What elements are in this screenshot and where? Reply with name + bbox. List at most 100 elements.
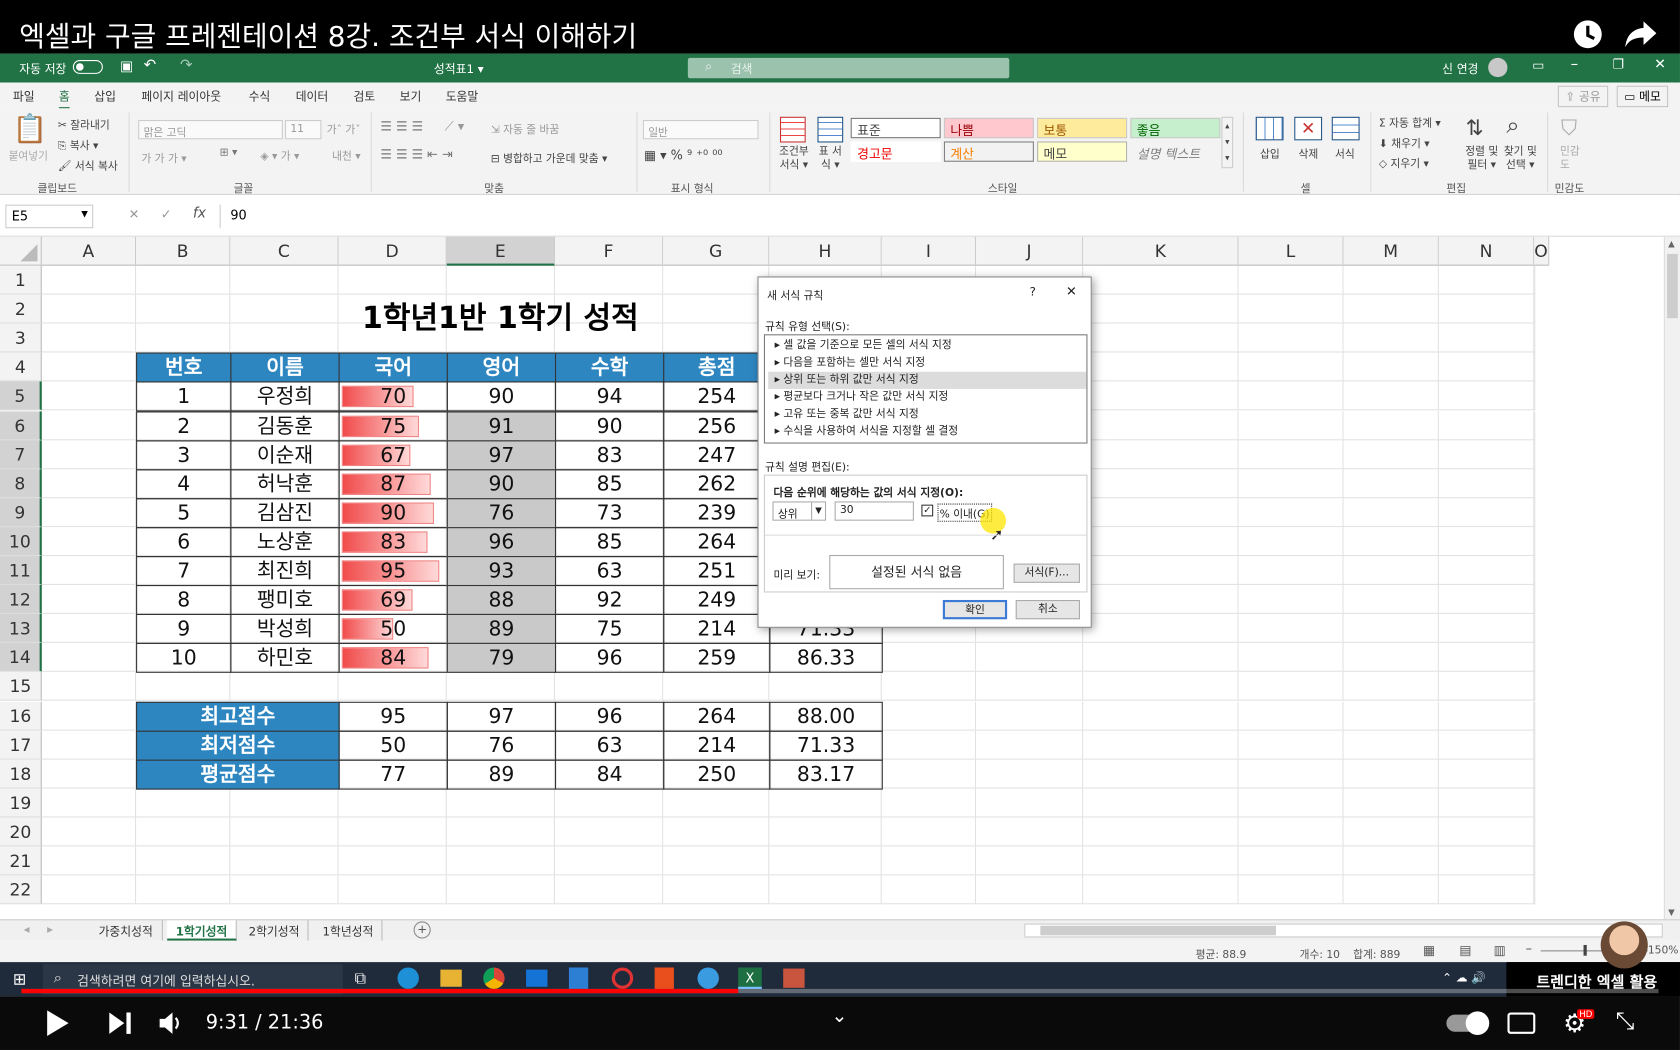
cell[interactable] — [41, 556, 137, 586]
cell[interactable] — [1438, 556, 1535, 586]
table-header[interactable]: 총점 — [663, 352, 771, 383]
delete-cells-icon[interactable]: ✕ — [1294, 116, 1323, 141]
cell[interactable] — [1343, 585, 1439, 615]
next-icon[interactable] — [108, 1011, 132, 1035]
summary-cell[interactable]: 97 — [446, 701, 557, 732]
column-header-I[interactable]: I — [881, 236, 977, 266]
table-cell[interactable]: 87 — [338, 468, 448, 500]
cell[interactable] — [1343, 701, 1439, 731]
horizontal-align-icons[interactable]: ☰ ☰ ☰ ⇤ ⇥ — [380, 147, 452, 162]
cell[interactable] — [663, 817, 770, 847]
column-header-G[interactable]: G — [663, 236, 770, 266]
percent-checkbox[interactable]: ✓ — [921, 504, 934, 517]
minimize-icon[interactable]: – — [1571, 56, 1578, 73]
cell[interactable] — [1083, 497, 1239, 528]
style-good[interactable]: 좋음 — [1130, 117, 1221, 139]
table-cell[interactable]: 우정희 — [230, 381, 340, 412]
cell[interactable] — [41, 410, 137, 440]
table-cell[interactable]: 73 — [554, 497, 665, 529]
style-warning[interactable]: 경고문 — [850, 141, 941, 162]
phonetic-icon[interactable]: 내천 ▾ — [332, 147, 361, 163]
find-select-button[interactable]: 찾기 및 선택 ▾ — [1500, 145, 1541, 173]
paste-label[interactable]: 붙여넣기 — [9, 147, 48, 163]
table-cell[interactable]: 85 — [554, 527, 665, 558]
play-icon[interactable] — [45, 1009, 71, 1037]
table-cell[interactable]: 79 — [446, 643, 557, 674]
cell[interactable] — [1438, 381, 1535, 411]
cell[interactable] — [1083, 381, 1239, 411]
number-format-icons[interactable]: ▦ ▾ % ⁹ ⁺⁰ ⁰⁰ — [644, 148, 723, 163]
name-box[interactable]: E5 ▼ — [5, 204, 94, 229]
cell[interactable] — [1083, 294, 1239, 324]
cell[interactable] — [1083, 817, 1239, 847]
cell[interactable] — [881, 846, 977, 876]
cell[interactable] — [881, 817, 977, 847]
table-cell[interactable]: 50 — [338, 614, 448, 645]
format-cells-button[interactable]: 서식 — [1335, 145, 1355, 161]
cell[interactable] — [1238, 294, 1344, 324]
cell[interactable] — [1343, 643, 1439, 673]
cell[interactable] — [230, 672, 339, 702]
sort-filter-button[interactable]: 정렬 및 필터 ▾ — [1461, 145, 1502, 173]
cell[interactable] — [41, 846, 137, 876]
row-header-4[interactable]: 4 — [0, 352, 42, 382]
restore-icon[interactable]: ❐ — [1612, 57, 1624, 72]
cell[interactable] — [1438, 614, 1535, 644]
cell[interactable] — [1534, 817, 1536, 847]
row-header-8[interactable]: 8 — [0, 468, 42, 498]
table-cell[interactable]: 214 — [663, 614, 771, 645]
font-size-select[interactable]: 11 — [284, 119, 322, 140]
cell[interactable] — [1343, 614, 1439, 644]
row-header-21[interactable]: 21 — [0, 846, 42, 876]
vertical-scrollbar[interactable]: ▲ ▼ — [1663, 236, 1680, 920]
find-icon[interactable]: ⌕ — [1506, 112, 1519, 139]
file-name[interactable]: 성적표1 ▾ — [434, 60, 484, 77]
cell[interactable] — [1438, 817, 1535, 847]
cell[interactable] — [1343, 381, 1439, 411]
cell[interactable] — [1534, 294, 1536, 324]
cell[interactable] — [1238, 265, 1344, 295]
table-header[interactable]: 영어 — [446, 352, 557, 383]
cell[interactable] — [136, 817, 231, 847]
tab-page-layout[interactable]: 페이지 레이아웃 — [141, 88, 221, 105]
column-header-O[interactable]: O — [1534, 236, 1549, 266]
cell[interactable] — [769, 846, 882, 876]
cell[interactable] — [1534, 846, 1536, 876]
cell[interactable] — [1438, 846, 1535, 876]
table-cell[interactable]: 69 — [338, 585, 448, 616]
office-icon[interactable] — [654, 967, 674, 989]
rank-value-input[interactable]: 30 — [834, 501, 914, 521]
cell[interactable] — [976, 672, 1084, 702]
cell[interactable] — [1534, 497, 1536, 528]
table-cell[interactable]: 86.33 — [769, 643, 883, 674]
undo-icon[interactable]: ↶ — [144, 57, 157, 74]
cell[interactable] — [41, 672, 137, 702]
row-header-16[interactable]: 16 — [0, 701, 42, 731]
row-header-10[interactable]: 10 — [0, 527, 42, 557]
cell[interactable] — [446, 672, 555, 702]
cell[interactable] — [663, 672, 770, 702]
cell[interactable] — [1534, 759, 1536, 789]
table-cell[interactable]: 84 — [338, 643, 448, 674]
cell[interactable] — [1238, 730, 1344, 760]
summary-cell[interactable]: 89 — [446, 759, 557, 790]
autoplay-toggle[interactable] — [1446, 1011, 1490, 1035]
cell[interactable] — [41, 381, 137, 411]
cell[interactable] — [1083, 875, 1239, 905]
cell[interactable] — [881, 672, 977, 702]
cell[interactable] — [41, 788, 137, 818]
cell[interactable] — [446, 788, 555, 818]
cell[interactable] — [446, 846, 555, 876]
table-header[interactable]: 국어 — [338, 352, 448, 383]
tab-view[interactable]: 보기 — [400, 88, 422, 105]
cell[interactable] — [1238, 672, 1344, 702]
rank-direction-select[interactable]: 상위 ▼ — [772, 501, 827, 521]
cell[interactable] — [976, 875, 1084, 905]
table-cell[interactable]: 10 — [136, 643, 232, 674]
user-name[interactable]: 신 연경 — [1442, 60, 1478, 77]
table-cell[interactable]: 75 — [554, 614, 665, 645]
row-header-6[interactable]: 6 — [0, 410, 42, 440]
column-header-K[interactable]: K — [1083, 236, 1239, 266]
table-cell[interactable]: 7 — [136, 556, 232, 587]
select-all-corner[interactable] — [0, 236, 42, 266]
